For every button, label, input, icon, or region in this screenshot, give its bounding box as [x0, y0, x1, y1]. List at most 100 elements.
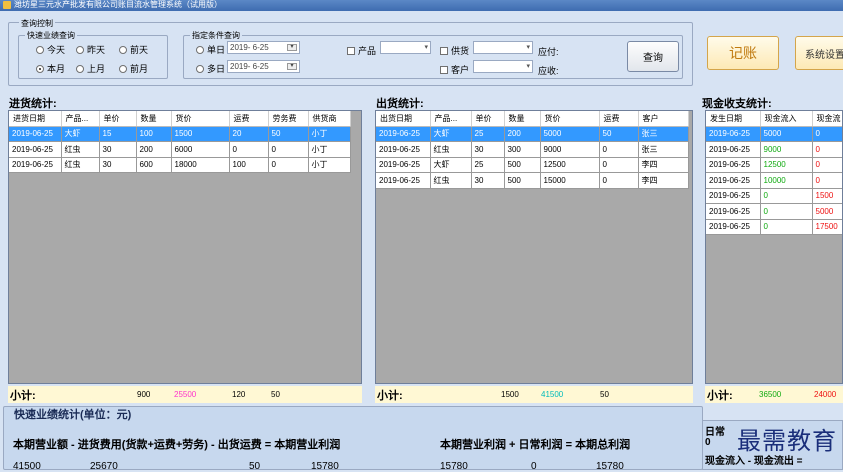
cash-stats-title: 现金收支统计: [702, 98, 772, 110]
cash-subtotal-out: 24000 [814, 390, 837, 399]
sales-subtotal-freight: 50 [600, 390, 609, 399]
table-cell: 1500 [171, 126, 230, 142]
table-cell: 2019-06-25 [376, 172, 431, 189]
radio-yesterday[interactable]: 昨天 [76, 43, 105, 56]
sales-column-header[interactable]: 出货日期 [376, 111, 431, 127]
table-cell: 25 [471, 157, 505, 173]
cash-column-header[interactable]: 发生日期 [706, 111, 761, 127]
radio-this-month[interactable]: 本月 [36, 62, 65, 75]
table-row[interactable]: 2019-06-25 红虫 30 300 9000 0 张三 [376, 141, 689, 158]
purchase-column-header[interactable]: 运费 [229, 111, 269, 127]
table-cell: 2019-06-25 [706, 172, 761, 189]
daily-profit-value: 0 [531, 461, 537, 472]
table-row[interactable]: 2019-06-25 10000 0 [706, 172, 842, 189]
table-cell: 9000 [760, 141, 813, 158]
supplier-checkbox[interactable]: 供货 [440, 44, 469, 57]
sales-column-header[interactable]: 客户 [638, 111, 689, 127]
purchase-table: 进货日期 产品... 单价 数量 货价 运费 劳务费 供货商 2019-06-25 大虾 15 10… [9, 111, 351, 173]
table-row[interactable]: 2019-06-25 红虫 30 200 6000 0 0 小丁 [9, 141, 351, 158]
operating-profit-value-2: 15780 [440, 461, 468, 472]
table-cell: 15000 [540, 172, 600, 189]
multi-day-picker[interactable]: 2019- 6-25 ▾ [227, 60, 300, 73]
table-cell: 0 [268, 141, 309, 158]
purchase-column-header[interactable]: 劳务费 [268, 111, 309, 127]
table-cell: 李四 [638, 157, 689, 173]
purchase-subtotal-label: 小计: [10, 389, 36, 402]
purchase-grid[interactable]: 进货日期 产品... 单价 数量 货价 运费 劳务费 供货商 2019-06-25 大虾 15 10… [8, 110, 362, 384]
purchase-cost-value: 25670 [90, 461, 118, 472]
purchase-column-header[interactable]: 单价 [99, 111, 137, 127]
table-cell: 张三 [638, 126, 689, 142]
table-row[interactable]: 2019-06-25 红虫 30 500 15000 0 李四 [376, 172, 689, 189]
table-cell: 9000 [540, 141, 600, 158]
table-cell: 20 [229, 126, 269, 142]
sales-column-header[interactable]: 数量 [504, 111, 541, 127]
table-cell: 红虫 [61, 157, 100, 173]
cash-column-header[interactable]: 现金流入 [760, 111, 813, 127]
sales-freight-value: 50 [249, 461, 261, 472]
table-cell: 小丁 [308, 126, 351, 142]
sales-stats-title: 出货统计: [376, 98, 424, 110]
receivable-label: 应收: [538, 66, 559, 76]
sales-grid[interactable]: 出货日期 产品... 单价 数量 货价 运费 客户 2019-06-25 大虾 25 200 500… [375, 110, 693, 384]
table-row[interactable]: 2019-06-25 大虾 15 100 1500 20 50 小丁 [9, 126, 351, 142]
table-row[interactable]: 2019-06-25 红虫 30 600 18000 100 0 小丁 [9, 157, 351, 173]
table-row[interactable]: 2019-06-25 0 17500 [706, 219, 842, 235]
purchase-column-header[interactable]: 产品... [61, 111, 100, 127]
customer-checkbox[interactable]: 客户 [440, 63, 469, 76]
supplier-select[interactable]: ▾ [473, 41, 533, 54]
table-row[interactable]: 2019-06-25 9000 0 [706, 141, 842, 158]
sales-column-header[interactable]: 货价 [540, 111, 600, 127]
radio-today[interactable]: 今天 [36, 43, 65, 56]
cash-column-header[interactable]: 现金流 [812, 111, 842, 127]
product-checkbox[interactable]: 产品 [347, 44, 376, 57]
purchase-column-header[interactable]: 数量 [136, 111, 172, 127]
table-cell: 200 [136, 141, 172, 158]
radio-dot-selected [36, 64, 44, 73]
table-cell: 5000 [540, 126, 600, 142]
radio-dot [119, 64, 127, 73]
radio-last-month[interactable]: 上月 [76, 62, 105, 75]
sales-column-header[interactable]: 单价 [471, 111, 505, 127]
bookkeeping-button[interactable]: 记账 [707, 36, 779, 70]
query-control-title: 查询控制 [19, 19, 55, 28]
product-select[interactable]: ▾ [380, 41, 431, 54]
chevron-down-icon: ▾ [526, 44, 530, 51]
radio-dot [196, 45, 204, 54]
table-cell: 大虾 [430, 126, 472, 142]
table-row[interactable]: 2019-06-25 0 1500 [706, 188, 842, 204]
radio-dot [76, 45, 84, 54]
table-row[interactable]: 2019-06-25 12500 0 [706, 157, 842, 173]
purchase-column-header[interactable]: 货价 [171, 111, 230, 127]
radio-day-before[interactable]: 前天 [119, 43, 148, 56]
sales-column-header[interactable]: 产品... [430, 111, 472, 127]
query-button[interactable]: 查询 [627, 41, 679, 72]
watermark-text: 最需教育 [737, 429, 837, 455]
purchase-column-header[interactable]: 供货商 [308, 111, 351, 127]
table-cell: 30 [99, 157, 137, 173]
single-day-picker[interactable]: 2019- 6-25 ▾ [227, 41, 300, 54]
operating-profit-value: 15780 [311, 461, 339, 472]
window-title: 潍坊星三元水产批发有限公司账目流水管理系统（试用版） [14, 0, 222, 9]
sales-subtotal-bar: 小计: 1500 41500 50 [375, 386, 693, 403]
radio-multi-day[interactable]: 多日 [196, 62, 225, 75]
table-row[interactable]: 2019-06-25 大虾 25 500 12500 0 李四 [376, 157, 689, 173]
cash-grid[interactable]: 发生日期 现金流入 现金流 2019-06-25 5000 0 2019-06-25 900… [705, 110, 843, 384]
sales-column-header[interactable]: 运费 [599, 111, 639, 127]
radio-month-before[interactable]: 前月 [119, 62, 148, 75]
radio-dot [119, 45, 127, 54]
customer-select[interactable]: ▾ [473, 60, 533, 73]
purchase-column-header[interactable]: 进货日期 [9, 111, 62, 127]
table-cell: 500 [504, 172, 541, 189]
table-cell: 0 [599, 141, 639, 158]
cash-subtotal-label: 小计: [707, 389, 733, 402]
table-row[interactable]: 2019-06-25 0 5000 [706, 203, 842, 220]
table-cell: 0 [812, 157, 842, 173]
system-settings-button[interactable]: 系统设置 [795, 36, 843, 70]
table-row[interactable]: 2019-06-25 5000 0 [706, 126, 842, 142]
purchase-header-row: 进货日期 产品... 单价 数量 货价 运费 劳务费 供货商 [9, 111, 351, 127]
radio-single-day[interactable]: 单日 [196, 43, 225, 56]
table-row[interactable]: 2019-06-25 大虾 25 200 5000 50 张三 [376, 126, 689, 142]
table-cell: 0 [599, 172, 639, 189]
purchase-subtotal-price: 25500 [174, 390, 197, 399]
